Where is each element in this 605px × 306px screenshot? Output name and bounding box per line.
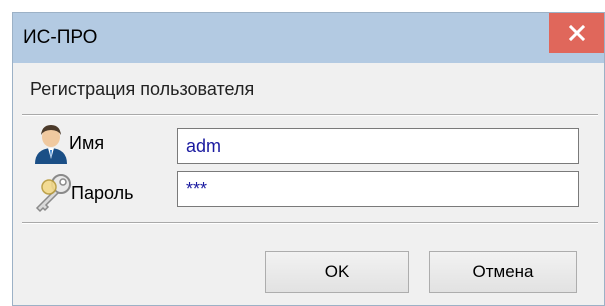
- name-label: Имя: [69, 133, 105, 153]
- login-dialog: ИС-ПРО Регистрация пользователя Имя adm …: [12, 12, 605, 306]
- divider-bottom: [22, 222, 598, 224]
- window-title: ИС-ПРО: [23, 27, 98, 48]
- user-icon: [35, 125, 67, 164]
- title-bar[interactable]: ИС-ПРО: [13, 13, 604, 63]
- dialog-heading: Регистрация пользователя: [30, 79, 255, 99]
- close-icon: [568, 25, 585, 41]
- key-icon: [35, 174, 71, 213]
- name-input[interactable]: adm: [177, 128, 579, 164]
- password-input[interactable]: ***: [177, 171, 579, 207]
- ok-button[interactable]: OK: [265, 251, 409, 293]
- divider-top: [22, 114, 598, 116]
- close-button[interactable]: [549, 13, 604, 53]
- password-label: Пароль: [71, 183, 134, 203]
- cancel-button[interactable]: Отмена: [429, 251, 577, 293]
